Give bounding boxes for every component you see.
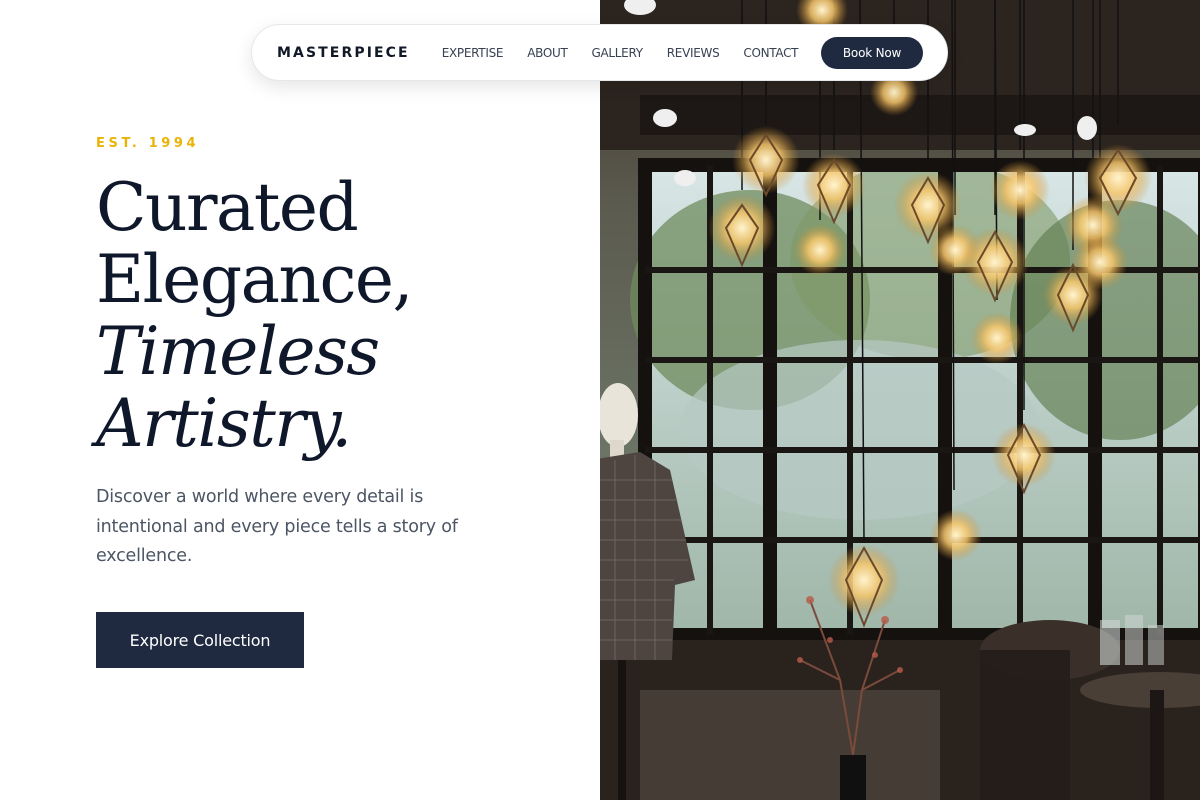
hero-headline: Curated Elegance, Timeless Artistry.: [96, 172, 576, 460]
nav-link-expertise[interactable]: EXPERTISE: [442, 46, 504, 60]
brand-logo[interactable]: MASTERPIECE: [277, 45, 410, 61]
nav-link-gallery[interactable]: GALLERY: [591, 46, 643, 60]
nav-link-reviews[interactable]: REVIEWS: [667, 46, 720, 60]
headline-line-2: Elegance,: [96, 241, 413, 318]
hero-description: Discover a world where every detail is i…: [96, 487, 458, 566]
explore-collection-button[interactable]: Explore Collection: [96, 612, 304, 668]
book-now-button[interactable]: Book Now: [821, 36, 923, 69]
headline-line-3: Timeless: [96, 313, 380, 390]
nav-links: EXPERTISE ABOUT GALLERY REVIEWS CONTACT: [442, 46, 799, 60]
headline-line-1: Curated: [96, 169, 359, 246]
top-nav: MASTERPIECE EXPERTISE ABOUT GALLERY REVI…: [251, 24, 948, 81]
established-label: EST. 1994: [96, 136, 200, 151]
hero-image: [600, 0, 1200, 800]
nav-link-contact[interactable]: CONTACT: [743, 46, 798, 60]
nav-link-about[interactable]: ABOUT: [527, 46, 568, 60]
headline-line-4: Artistry.: [96, 385, 352, 462]
